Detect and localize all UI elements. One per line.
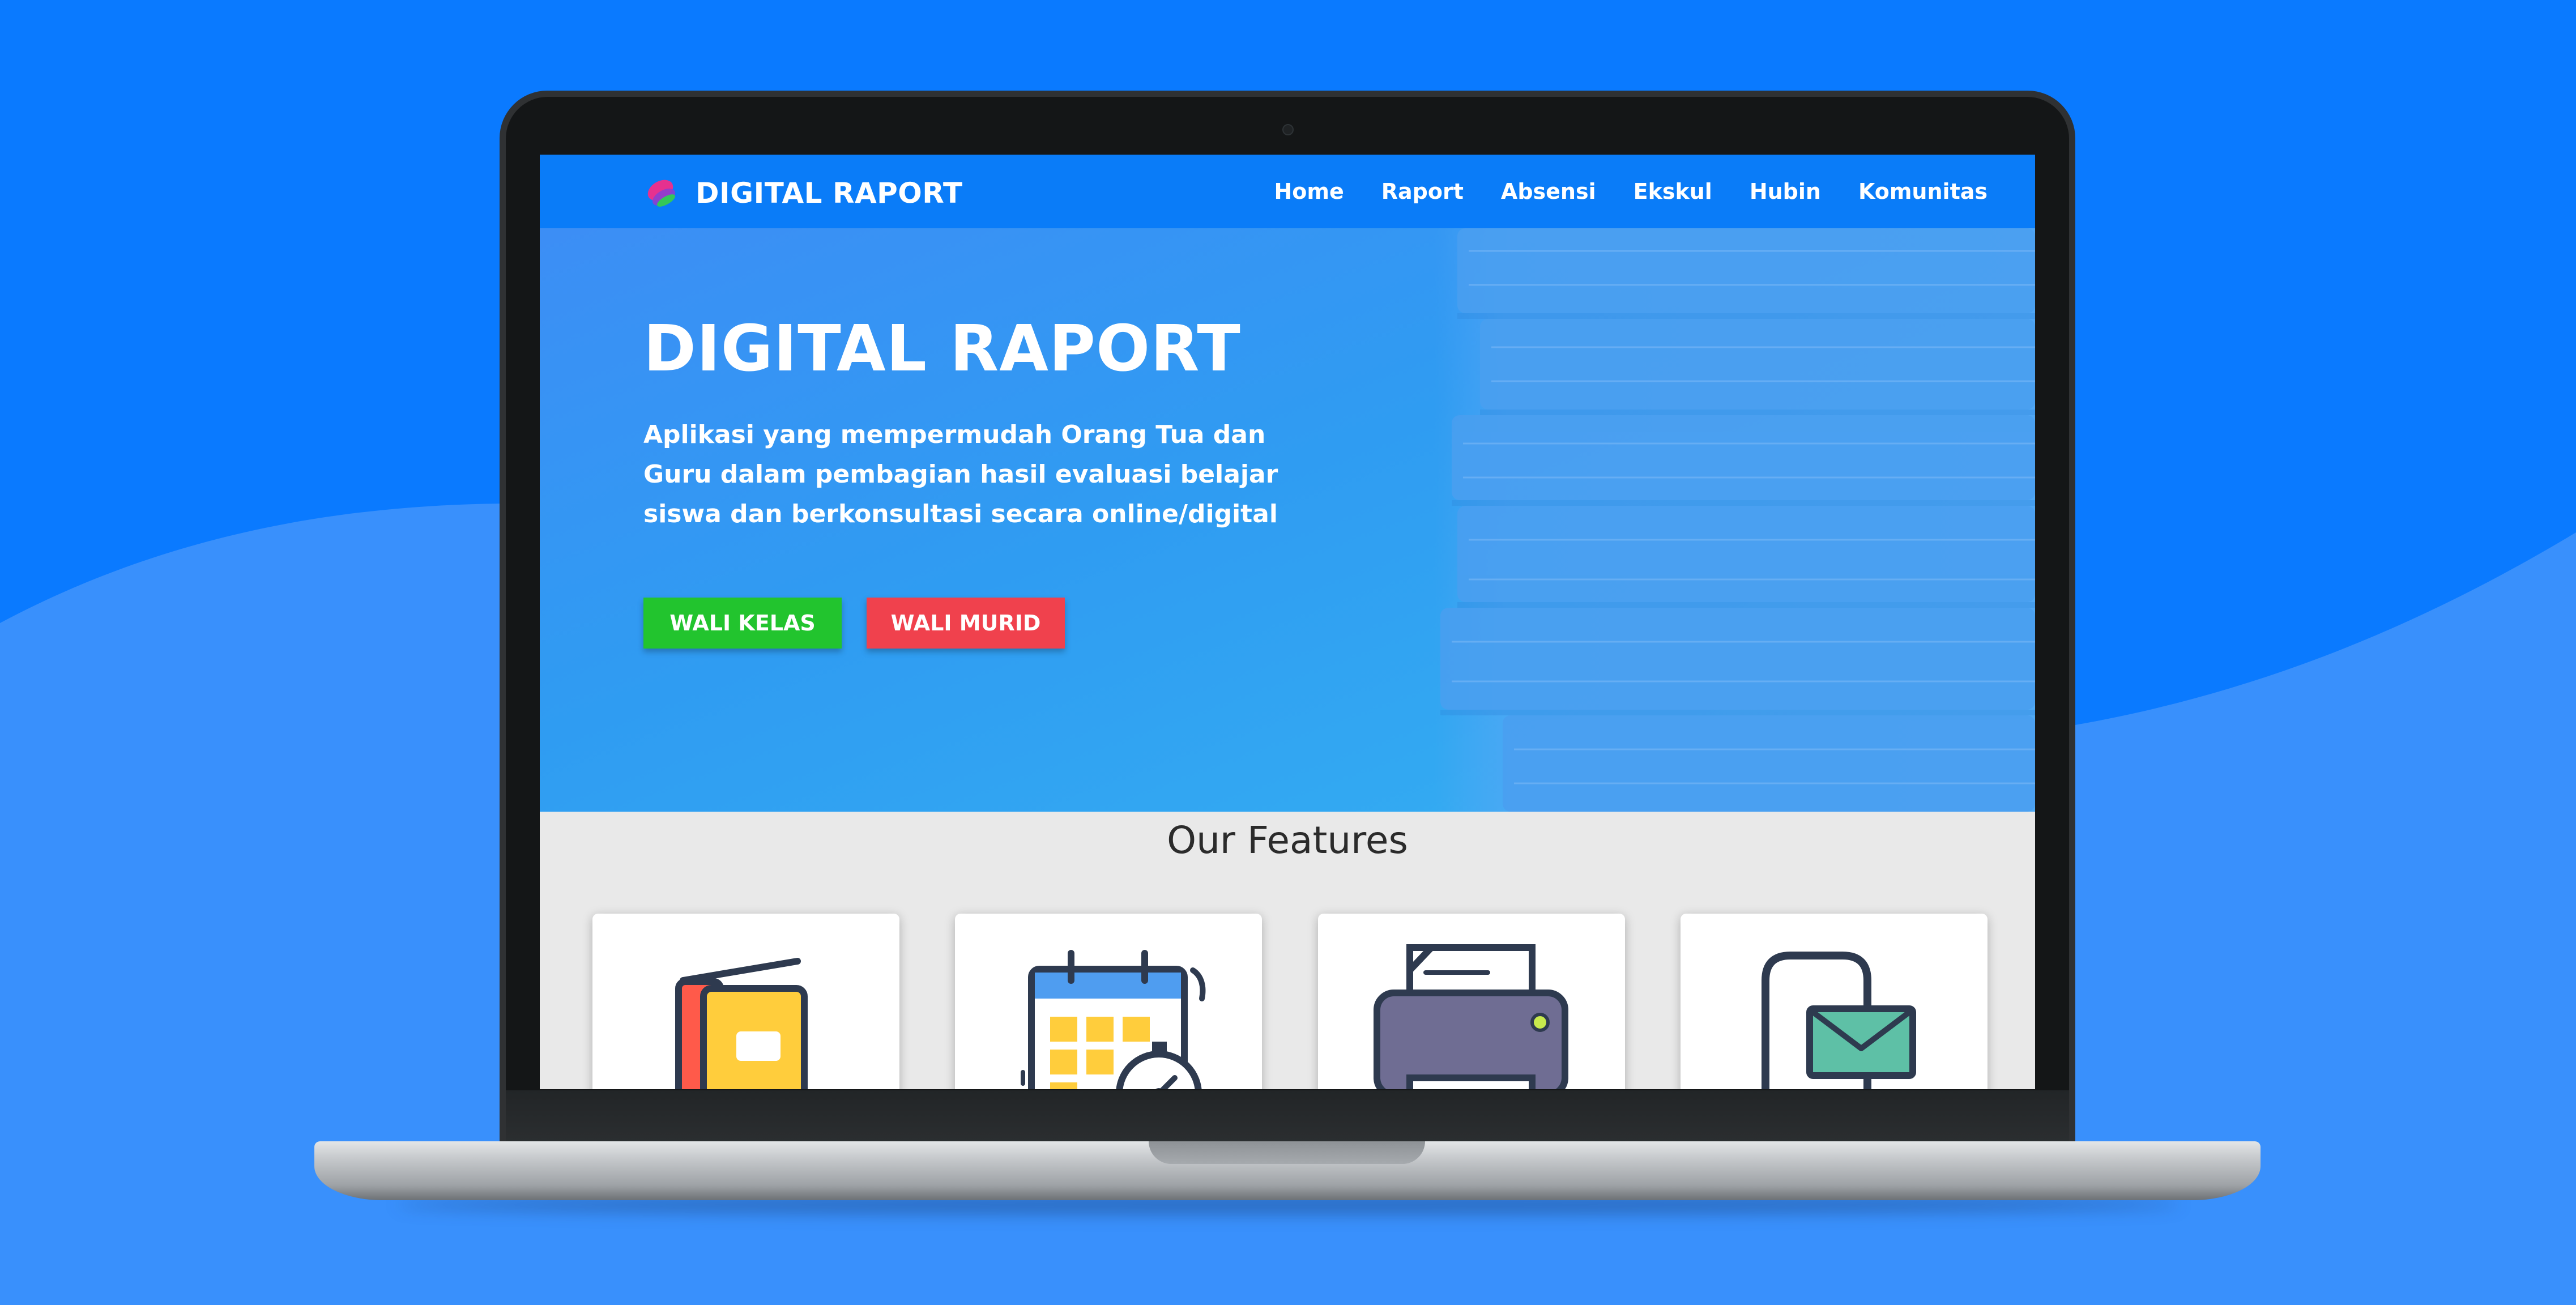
nav-link-ekskul[interactable]: Ekskul <box>1634 179 1712 204</box>
calendar-stopwatch-icon <box>1021 950 1206 1089</box>
printer-icon <box>1374 944 1568 1089</box>
feature-card-hubin[interactable] <box>1681 914 1988 1089</box>
navbar: DIGITAL RAPORT Home Raport Absensi Eksku… <box>540 155 2035 228</box>
feature-card-raport[interactable] <box>592 914 899 1089</box>
nav-link-absensi[interactable]: Absensi <box>1501 179 1596 204</box>
laptop-chin <box>506 1090 2069 1142</box>
books-stack-image <box>1435 228 2035 812</box>
features-section: Our Features <box>540 812 2035 1089</box>
brand-logo-icon <box>647 180 675 207</box>
wali-kelas-button[interactable]: WALI KELAS <box>643 598 842 649</box>
hero-title: DIGITAL RAPORT <box>643 312 1241 386</box>
feature-card-absensi[interactable] <box>955 914 1262 1089</box>
feature-card-printer[interactable] <box>1318 914 1625 1089</box>
brand-name: DIGITAL RAPORT <box>696 177 963 210</box>
website-screen: DIGITAL RAPORT Home Raport Absensi Eksku… <box>540 155 2035 1089</box>
nav-menu: Home Raport Absensi Ekskul Hubin Komunit… <box>1274 155 1988 228</box>
hero-description: Aplikasi yang mempermudah Orang Tua dan … <box>643 420 1278 528</box>
features-title: Our Features <box>1167 818 1408 862</box>
report-book-icon <box>675 958 808 1089</box>
nav-link-raport[interactable]: Raport <box>1381 179 1464 204</box>
wali-murid-button[interactable]: WALI MURID <box>867 598 1065 649</box>
nav-link-home[interactable]: Home <box>1274 179 1344 204</box>
laptop-notch <box>1149 1141 1425 1164</box>
nav-link-hubin[interactable]: Hubin <box>1750 179 1821 204</box>
mail-phone-icon <box>1762 952 1916 1089</box>
brand[interactable]: DIGITAL RAPORT <box>643 176 963 210</box>
nav-link-komunitas[interactable]: Komunitas <box>1858 179 1988 204</box>
hero-section: DIGITAL RAPORT Aplikasi yang mempermudah… <box>540 228 2035 812</box>
camera-icon <box>1282 124 1294 135</box>
